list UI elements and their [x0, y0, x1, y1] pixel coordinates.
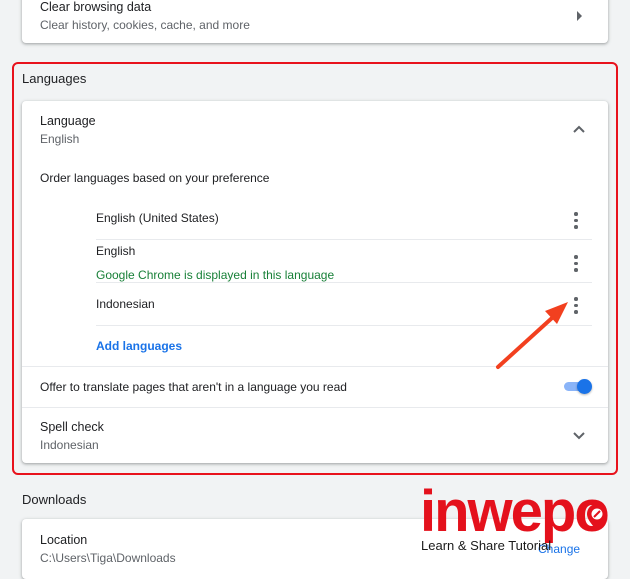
more-vert-icon[interactable]	[574, 255, 578, 272]
more-vert-icon[interactable]	[574, 212, 578, 229]
languages-card: Language English Order languages based o…	[22, 101, 608, 463]
language-expander[interactable]: Language English	[22, 101, 608, 153]
add-languages-link[interactable]: Add languages	[96, 339, 182, 353]
clear-browsing-subtitle: Clear history, cookies, cache, and more	[40, 18, 250, 32]
order-languages-text: Order languages based on your preference	[40, 171, 270, 185]
clear-browsing-title: Clear browsing data	[40, 0, 152, 14]
logo-tagline: Learn & Share Tutorial	[421, 538, 552, 553]
language-list-item: English Google Chrome is displayed in th…	[96, 240, 592, 283]
translate-toggle[interactable]	[564, 379, 592, 394]
chevron-right-icon[interactable]	[572, 9, 586, 23]
spell-check-value: Indonesian	[40, 438, 99, 452]
more-vert-icon[interactable]	[574, 297, 578, 314]
spell-check-expander[interactable]: Spell check Indonesian	[22, 408, 608, 463]
location-value: C:\Users\Tiga\Downloads	[40, 551, 176, 565]
chevron-up-icon[interactable]	[572, 122, 586, 136]
language-name: English (United States)	[96, 211, 219, 225]
location-pin-icon	[587, 504, 607, 530]
language-list-item: Indonesian	[96, 283, 592, 326]
toggle-knob	[577, 379, 592, 394]
clear-browsing-card[interactable]: Clear browsing data Clear history, cooki…	[22, 0, 608, 43]
language-name: English	[96, 244, 136, 258]
spell-check-title: Spell check	[40, 420, 104, 434]
languages-section-title: Languages	[22, 71, 87, 86]
location-title: Location	[40, 533, 88, 547]
logo-wordmark: inwepo	[420, 479, 610, 544]
display-language-note: Google Chrome is displayed in this langu…	[96, 268, 335, 282]
language-name: Indonesian	[96, 297, 155, 311]
language-title: Language	[40, 114, 96, 128]
language-list-item: English (United States)	[96, 199, 592, 240]
downloads-section-title: Downloads	[22, 492, 87, 507]
language-value: English	[40, 132, 80, 146]
translate-text: Offer to translate pages that aren't in …	[40, 380, 347, 394]
chevron-down-icon[interactable]	[572, 429, 586, 443]
inwepo-logo: inwepo Learn & Share Tutorial	[418, 482, 618, 560]
divider	[22, 366, 608, 367]
